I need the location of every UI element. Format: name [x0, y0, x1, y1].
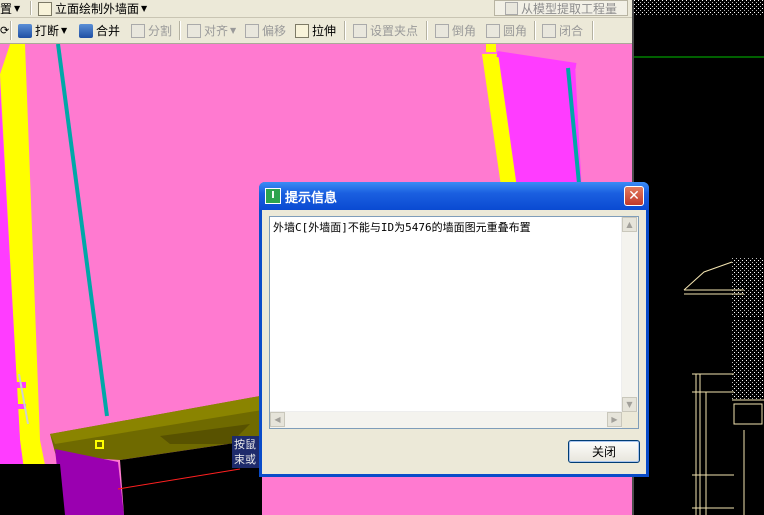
cursor-prompt-line1: 按鼠 — [234, 438, 256, 451]
toolbar-separator — [30, 1, 32, 15]
scroll-left-icon[interactable]: ◀ — [270, 412, 285, 427]
elevation-draw-wall-menu[interactable]: 立面绘制外墙面 ▼ — [38, 0, 147, 17]
fillet-label: 圆角 — [503, 24, 528, 38]
dialog-titlebar[interactable]: I 提示信息 ✕ — [259, 182, 649, 210]
extract-quantity-label: 从模型提取工程量 — [521, 1, 618, 16]
message-textbox[interactable]: 外墙C[外墙面]不能与ID为5476的墙面图元重叠布置 ▲ ▼ ◀ ▶ — [269, 216, 639, 429]
vertical-scrollbar[interactable]: ▲ ▼ — [621, 217, 638, 412]
close-shape-button[interactable]: 闭合 — [542, 18, 583, 43]
break-label: 打断 — [35, 24, 60, 38]
toolbar-separator — [179, 21, 181, 40]
break-button[interactable]: 打断 ▼ — [18, 18, 67, 43]
toolbar-separator — [344, 21, 346, 40]
chamfer-icon — [435, 23, 449, 38]
cursor-prompt-tooltip: 按鼠 束或 — [232, 436, 262, 468]
app-icon: I — [265, 188, 281, 204]
hatch-right — [732, 258, 764, 318]
cad-drawing — [634, 0, 764, 515]
elevation-draw-wall-label: 立面绘制外墙面 — [55, 2, 140, 16]
chevron-down-icon: ▼ — [141, 4, 148, 13]
offset-icon — [245, 23, 259, 38]
toolbar-separator — [534, 21, 536, 40]
grip-icon — [353, 23, 367, 38]
close-shape-label: 闭合 — [559, 24, 584, 38]
toolbar-separator — [10, 21, 12, 40]
extract-quantity-button[interactable]: 从模型提取工程量 — [494, 0, 628, 16]
info-dialog: I 提示信息 ✕ 外墙C[外墙面]不能与ID为5476的墙面图元重叠布置 ▲ ▼… — [259, 182, 649, 477]
stretch-label: 拉伸 — [312, 24, 337, 38]
close-button[interactable]: 关闭 — [568, 440, 640, 463]
align-icon — [187, 23, 201, 38]
split-label: 分割 — [148, 24, 173, 38]
close-icon[interactable]: ✕ — [624, 186, 644, 206]
wall-edge-line — [56, 44, 109, 417]
offset-label: 偏移 — [262, 24, 287, 38]
edit-toolbar: ⟳ 打断 ▼ 合并 分割 对齐 ▼ 偏移 拉伸 设置夹点 倒角 圆角 闭合 — [0, 18, 632, 44]
scroll-up-icon[interactable]: ▲ — [622, 217, 637, 232]
close-button-label: 关闭 — [591, 445, 616, 459]
set-grip-button[interactable]: 设置夹点 — [353, 18, 418, 43]
align-button[interactable]: 对齐 ▼ — [187, 18, 236, 43]
align-label: 对齐 — [204, 24, 229, 38]
close-shape-icon — [542, 23, 556, 38]
dialog-title: 提示信息 — [285, 190, 338, 206]
merge-button[interactable]: 合并 — [79, 18, 120, 43]
split-icon — [131, 23, 145, 38]
chevron-down-icon: ▼ — [14, 4, 21, 13]
cursor-prompt-line2: 束或 — [234, 453, 256, 466]
chevron-down-icon: ▼ — [61, 26, 68, 35]
offset-button[interactable]: 偏移 — [245, 18, 286, 43]
toolbar-fragment: ⟳ — [0, 24, 10, 37]
split-button[interactable]: 分割 — [131, 18, 172, 43]
message-text: 外墙C[外墙面]不能与ID为5476的墙面图元重叠布置 — [273, 221, 531, 234]
chamfer-label: 倒角 — [452, 24, 477, 38]
set-grip-label: 设置夹点 — [370, 24, 419, 38]
chevron-down-icon: ▼ — [230, 26, 237, 35]
toolbar-separator — [426, 21, 428, 40]
scroll-right-icon[interactable]: ▶ — [607, 412, 622, 427]
hatch-top — [634, 0, 764, 16]
cad-preview-pane[interactable] — [632, 0, 764, 515]
chamfer-button[interactable]: 倒角 — [435, 18, 476, 43]
scroll-down-icon[interactable]: ▼ — [622, 397, 637, 412]
merge-label: 合并 — [96, 24, 121, 38]
toolbar-separator — [592, 21, 594, 40]
settings-menu-label: 置 — [0, 2, 13, 16]
document-icon — [38, 1, 52, 16]
scrollbar-corner — [622, 412, 638, 428]
merge-icon — [79, 23, 93, 38]
top-toolbar: 置 ▼ 立面绘制外墙面 ▼ 从模型提取工程量 — [0, 0, 632, 18]
stretch-button[interactable]: 拉伸 — [295, 18, 336, 43]
horizontal-scrollbar[interactable]: ◀ ▶ — [270, 411, 622, 428]
fillet-icon — [486, 23, 500, 38]
stretch-icon — [295, 23, 309, 38]
column-segment — [0, 404, 26, 409]
break-icon — [18, 23, 32, 38]
settings-menu[interactable]: 置 ▼ — [0, 0, 20, 17]
fillet-button[interactable]: 圆角 — [486, 18, 527, 43]
search-icon — [505, 1, 518, 15]
